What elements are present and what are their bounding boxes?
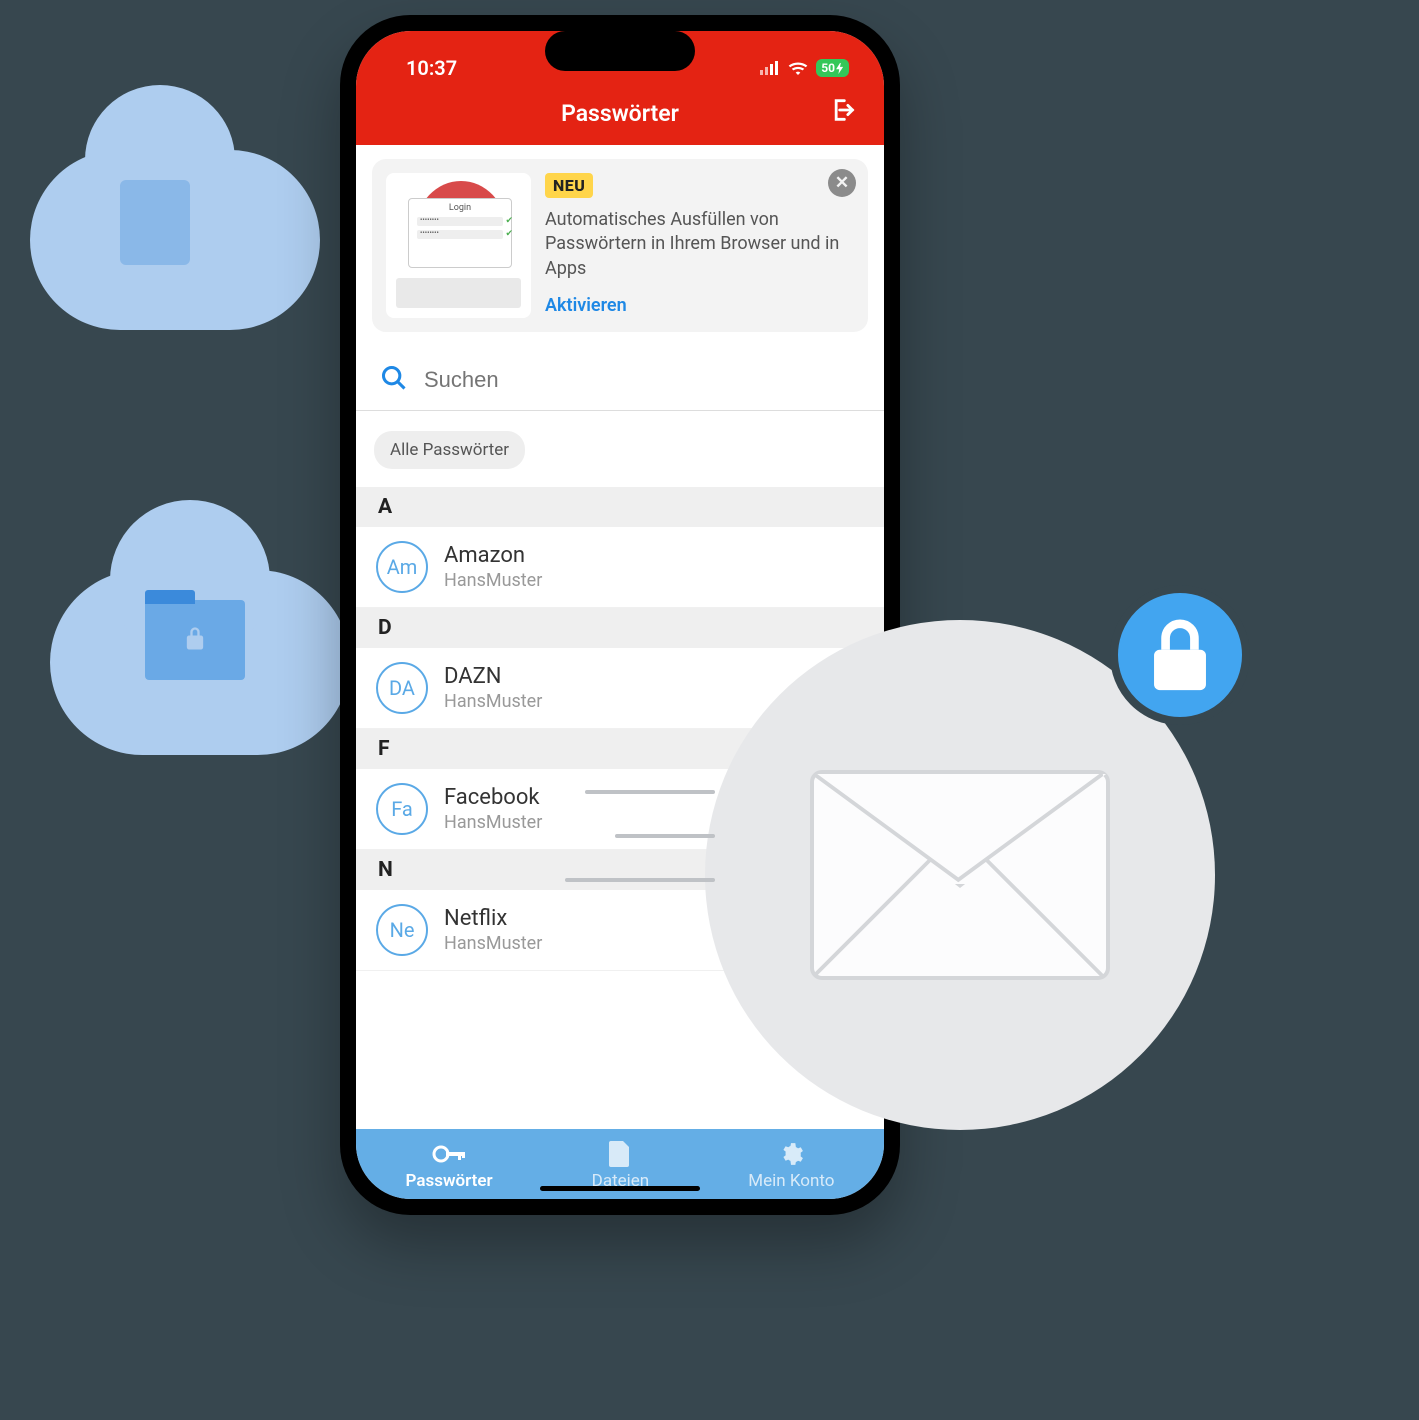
tab-label: Passwörter xyxy=(406,1171,493,1191)
tab-label: Mein Konto xyxy=(748,1171,834,1191)
search-input[interactable] xyxy=(424,367,860,393)
entry-name: Facebook xyxy=(444,785,542,810)
logout-button[interactable] xyxy=(828,96,856,128)
banner-illustration: Login ✔ ✔ ⊶ xyxy=(386,173,531,318)
section-header: D xyxy=(356,608,884,648)
page-title: Passwörter xyxy=(561,100,679,127)
search-bar[interactable] xyxy=(356,332,884,411)
entry-avatar: DA xyxy=(376,662,428,714)
search-icon xyxy=(380,364,408,396)
new-badge: NEU xyxy=(545,173,593,198)
tab-passwords[interactable]: Passwörter xyxy=(406,1141,493,1191)
filter-chips: Alle Passwörter xyxy=(356,411,884,487)
entry-name: DAZN xyxy=(444,664,542,689)
key-icon xyxy=(432,1141,466,1167)
folder-icon xyxy=(145,600,245,680)
lock-icon xyxy=(1145,618,1215,693)
battery-indicator: 50 xyxy=(816,59,849,77)
entry-username: HansMuster xyxy=(444,812,542,833)
tab-account[interactable]: Mein Konto xyxy=(748,1141,834,1191)
entry-name: Netflix xyxy=(444,906,542,931)
password-entry[interactable]: Am AmazonHansMuster xyxy=(356,527,884,608)
document-icon xyxy=(120,180,190,265)
entry-avatar: Ne xyxy=(376,904,428,956)
status-time: 10:37 xyxy=(406,56,457,80)
file-icon xyxy=(609,1141,631,1167)
motion-lines-icon xyxy=(585,790,715,922)
dynamic-island xyxy=(545,31,695,71)
banner-description: Automatisches Ausfüllen von Passwörtern … xyxy=(545,208,854,281)
home-indicator[interactable] xyxy=(540,1186,700,1191)
cloud-doc-decoration xyxy=(30,150,320,330)
logout-icon xyxy=(828,96,856,124)
close-icon: ✕ xyxy=(835,173,849,193)
entry-username: HansMuster xyxy=(444,570,542,591)
section-header: A xyxy=(356,487,884,527)
cellular-signal-icon xyxy=(760,61,780,75)
tab-files[interactable]: Dateien xyxy=(592,1141,650,1191)
entry-username: HansMuster xyxy=(444,933,542,954)
entry-avatar: Am xyxy=(376,541,428,593)
autofill-banner: Login ✔ ✔ ⊶ NEU Automatisches Ausfüllen … xyxy=(372,159,868,332)
envelope-icon xyxy=(810,770,1110,980)
gear-icon xyxy=(778,1141,804,1167)
mail-decoration xyxy=(705,620,1215,1130)
entry-name: Amazon xyxy=(444,543,542,568)
cloud-folder-decoration xyxy=(50,570,350,755)
entry-username: HansMuster xyxy=(444,691,542,712)
banner-activate-link[interactable]: Aktivieren xyxy=(545,295,854,316)
banner-close-button[interactable]: ✕ xyxy=(828,169,856,197)
filter-chip-all[interactable]: Alle Passwörter xyxy=(374,431,525,469)
wifi-icon xyxy=(788,61,808,75)
entry-avatar: Fa xyxy=(376,783,428,835)
lock-badge xyxy=(1110,585,1250,725)
